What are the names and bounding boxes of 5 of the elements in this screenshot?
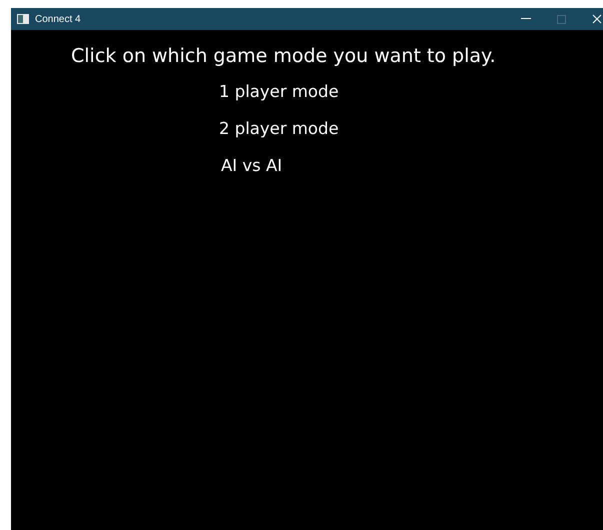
instruction-text: Click on which game mode you want to play. <box>71 45 497 67</box>
window-title: Connect 4 <box>35 14 82 24</box>
mode-option[interactable]: AI vs AI <box>221 156 282 175</box>
mode-option[interactable]: 1 player mode <box>219 82 339 101</box>
mode-option[interactable]: 2 player mode <box>219 119 339 138</box>
